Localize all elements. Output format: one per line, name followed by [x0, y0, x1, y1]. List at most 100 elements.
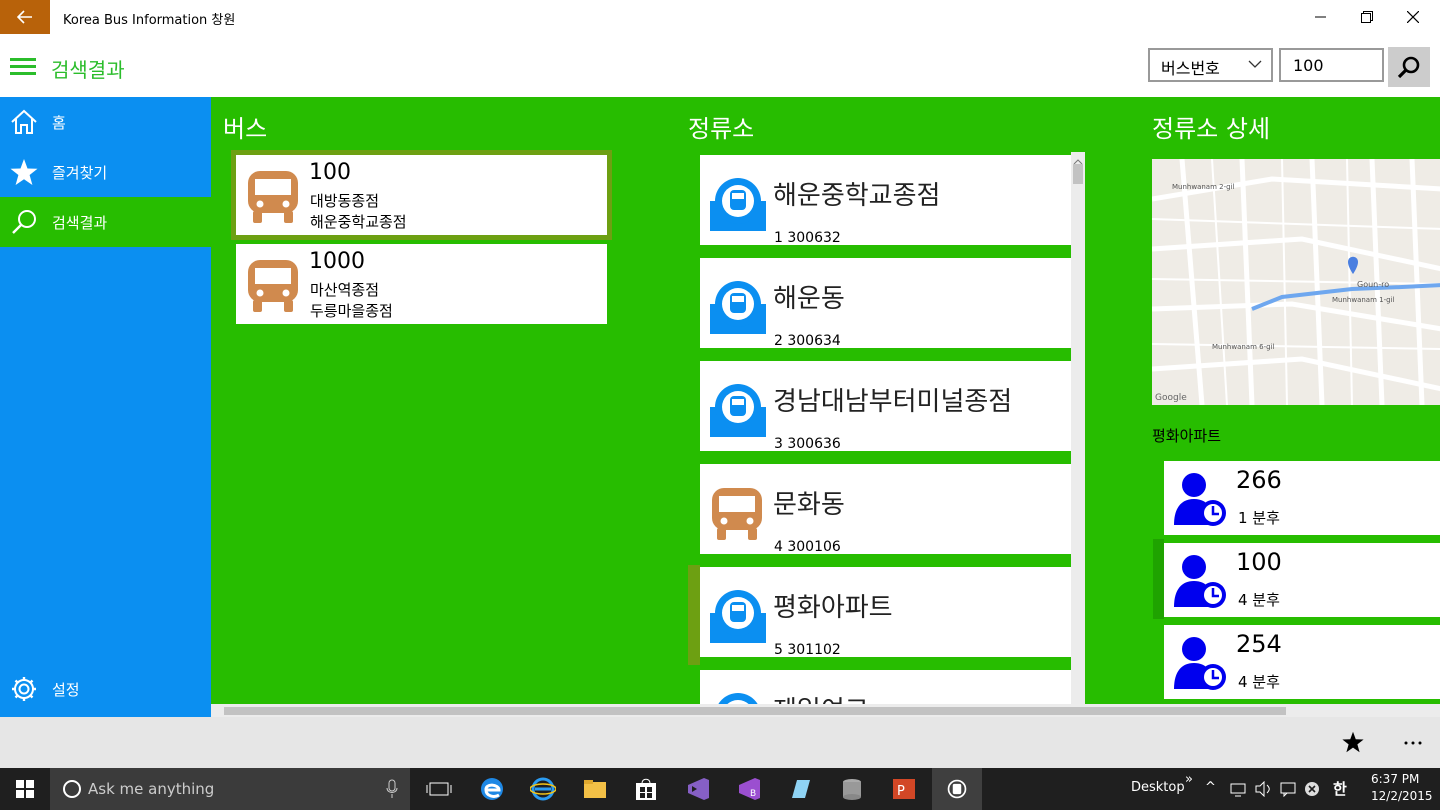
- search-button[interactable]: [1388, 47, 1430, 87]
- store-icon[interactable]: [633, 776, 659, 802]
- visual-studio-blend-icon[interactable]: B: [736, 776, 762, 802]
- file-explorer-icon[interactable]: [582, 776, 608, 802]
- minimize-button[interactable]: [1298, 0, 1344, 34]
- google-logo: Google: [1155, 393, 1187, 403]
- bus-number: 1000: [309, 249, 365, 274]
- close-button[interactable]: [1390, 0, 1436, 34]
- chevron-up-icon[interactable]: ^: [1205, 780, 1216, 795]
- toolbar-expand-icon[interactable]: »: [1185, 772, 1193, 787]
- internet-explorer-icon[interactable]: [530, 776, 556, 802]
- database-icon[interactable]: [839, 776, 865, 802]
- stops-scrollbar[interactable]: [1071, 152, 1085, 704]
- cortana-icon: [63, 780, 81, 798]
- active-app-taskbar-item[interactable]: [932, 768, 982, 810]
- desktop-toolbar[interactable]: Desktop: [1131, 780, 1185, 795]
- arrival-bus-number: 100: [1236, 548, 1282, 576]
- task-view-icon[interactable]: [426, 776, 452, 802]
- scrollbar-thumb[interactable]: [1073, 164, 1083, 184]
- powerpoint-icon[interactable]: P: [891, 776, 917, 802]
- svg-text:B: B: [750, 789, 756, 799]
- stop-id: 3 300636: [774, 436, 841, 452]
- sidebar-item-label: 홈: [52, 113, 66, 132]
- clock-time[interactable]: 6:37 PM: [1371, 772, 1419, 786]
- volume-icon[interactable]: [1254, 781, 1272, 797]
- edge-browser-icon[interactable]: [479, 776, 505, 802]
- map-label: Munhwanam 1-gil: [1332, 296, 1395, 304]
- action-center-icon[interactable]: [1280, 781, 1296, 797]
- close-notification-icon[interactable]: [1304, 781, 1320, 797]
- sidebar-item-results[interactable]: 검색결과: [0, 197, 211, 247]
- search-icon: [12, 210, 36, 234]
- search-input[interactable]: 100: [1279, 48, 1384, 82]
- bus-list-item[interactable]: 1000 마산역종점 두릉마을종점: [236, 244, 607, 324]
- bus-origin: 마산역종점: [310, 281, 380, 299]
- arrival-time-icon: [1174, 473, 1226, 526]
- stop-id: 2 300634: [774, 333, 841, 349]
- favorite-star-button[interactable]: [1342, 731, 1364, 753]
- bus-list-item[interactable]: 100 대방동종점 해운중학교종점: [231, 150, 612, 240]
- search-type-select[interactable]: 버스번호: [1148, 48, 1273, 82]
- bus-stop-icon: [710, 281, 766, 334]
- sidebar-item-favorites[interactable]: 즐겨찾기: [0, 147, 211, 197]
- bus-icon: [248, 171, 298, 223]
- back-button[interactable]: [0, 0, 50, 34]
- map-image: Goun-ro Munhwanam 1-gil Munhwanam 6-gil …: [1152, 159, 1440, 405]
- hamburger-menu-icon[interactable]: [10, 58, 36, 76]
- stop-list-item[interactable]: 평화아파트 5 301102: [700, 567, 1071, 663]
- arrival-list-item[interactable]: 254 4 분후: [1164, 625, 1440, 699]
- stop-id: 1 300632: [774, 230, 841, 246]
- microphone-icon[interactable]: [386, 779, 398, 799]
- stop-map[interactable]: Goun-ro Munhwanam 1-gil Munhwanam 6-gil …: [1152, 159, 1440, 405]
- stop-list-item[interactable]: 경남대남부터미널종점 3 300636: [700, 361, 1071, 457]
- windows-start-icon[interactable]: [16, 780, 34, 798]
- cortana-search-box[interactable]: Ask me anything: [50, 768, 410, 810]
- bus-stop-icon: [718, 693, 758, 704]
- app-icon[interactable]: [788, 776, 814, 802]
- arrival-eta: 4 분후: [1238, 591, 1280, 609]
- bus-column-title: 버스: [223, 115, 268, 143]
- svg-text:P: P: [897, 784, 905, 799]
- search-type-value: 버스번호: [1161, 59, 1220, 78]
- page-title: 검색결과: [51, 58, 125, 82]
- stop-name: 해운중학교종점: [773, 181, 941, 211]
- sidebar-item-home[interactable]: 홈: [0, 97, 211, 147]
- restore-icon: [1361, 11, 1373, 23]
- stop-list-item[interactable]: 해운동 2 300634: [700, 258, 1071, 354]
- stop-list-item[interactable]: 제일여고: [700, 670, 1071, 704]
- network-icon[interactable]: [1230, 781, 1246, 797]
- stop-id: 5 301102: [774, 642, 841, 658]
- scrollbar-thumb[interactable]: [224, 707, 1286, 715]
- bus-destination: 해운중학교종점: [310, 213, 407, 231]
- arrival-time-icon: [1174, 555, 1226, 608]
- stop-name: 평화아파트: [773, 593, 893, 623]
- clock-date[interactable]: 12/2/2015: [1371, 789, 1433, 803]
- sidebar-item-label: 즐겨찾기: [52, 163, 108, 182]
- main-content: 버스 정류소 정류소 상세 100 대방동종점 해운중학교종점 1000 마산역…: [211, 97, 1440, 704]
- arrival-list-item[interactable]: 100 4 분후: [1164, 543, 1440, 617]
- page-header: 검색결과 버스번호 100: [0, 34, 1440, 97]
- app-bar: [0, 717, 1440, 768]
- sidebar: 홈 즐겨찾기 검색결과 설정: [0, 97, 211, 717]
- stop-list-item[interactable]: 문화동 4 300106: [700, 464, 1071, 560]
- bus-icon: [248, 260, 298, 312]
- map-label: Goun-ro: [1357, 280, 1389, 289]
- title-bar: Korea Bus Information 창원: [0, 0, 1440, 34]
- map-label: Munhwanam 2-gil: [1172, 183, 1235, 191]
- stops-column-title: 정류소: [688, 115, 755, 143]
- sidebar-item-settings[interactable]: 설정: [0, 664, 211, 714]
- close-icon: [1407, 11, 1419, 23]
- ime-indicator[interactable]: 한: [1333, 778, 1347, 799]
- stop-list-item[interactable]: 해운중학교종점 1 300632: [700, 155, 1071, 251]
- arrival-eta: 1 분후: [1238, 509, 1280, 527]
- restore-button[interactable]: [1344, 0, 1390, 34]
- minimize-icon: [1315, 16, 1326, 18]
- arrival-list-item[interactable]: 266 1 분후: [1164, 461, 1440, 535]
- arrival-bus-number: 266: [1236, 466, 1282, 494]
- horizontal-scrollbar[interactable]: [211, 704, 1440, 717]
- map-label: Munhwanam 6-gil: [1212, 343, 1275, 351]
- bus-icon: [712, 488, 762, 540]
- bus-origin: 대방동종점: [310, 192, 380, 210]
- more-options-icon[interactable]: [1404, 741, 1424, 745]
- visual-studio-icon[interactable]: [685, 776, 711, 802]
- arrival-eta: 4 분후: [1238, 673, 1280, 691]
